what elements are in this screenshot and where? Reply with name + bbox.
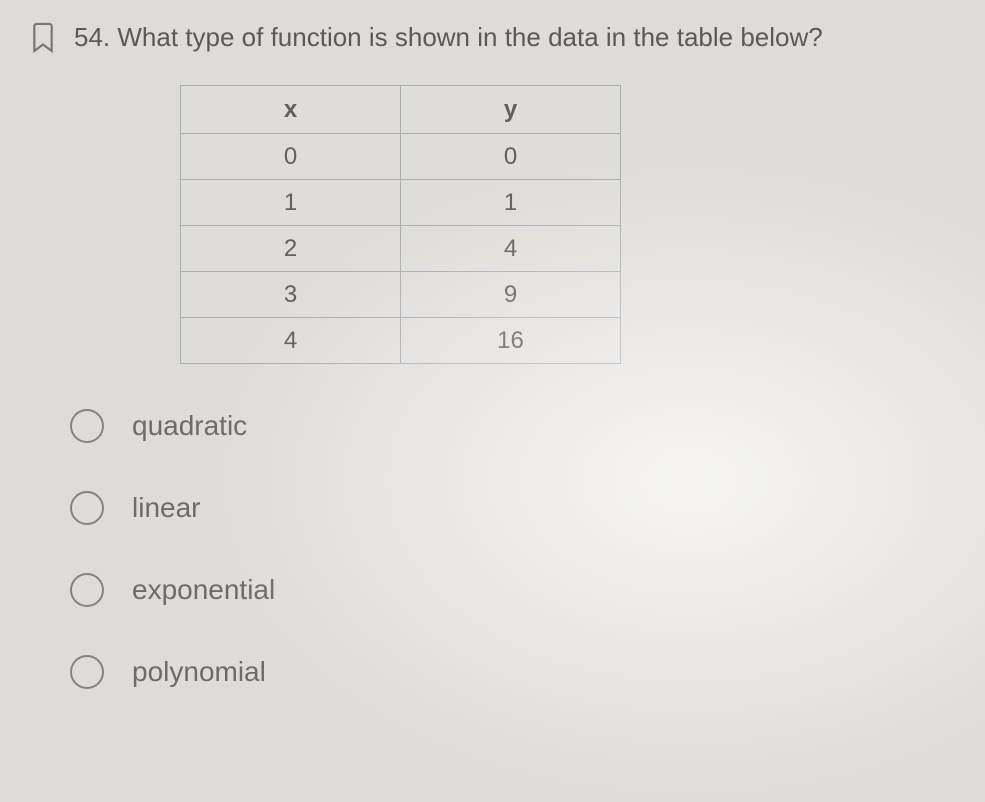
table-cell: 4 <box>401 226 621 272</box>
table-row: 3 9 <box>181 272 621 318</box>
bookmark-icon[interactable] <box>30 22 56 54</box>
question-header: 54. What type of function is shown in th… <box>30 20 955 55</box>
table-header-x: x <box>181 86 401 134</box>
table-cell: 3 <box>181 272 401 318</box>
table-cell: 2 <box>181 226 401 272</box>
question-text: 54. What type of function is shown in th… <box>74 20 823 55</box>
option-label: polynomial <box>132 656 266 688</box>
table-cell: 0 <box>401 134 621 180</box>
table-header-y: y <box>401 86 621 134</box>
radio-icon <box>70 655 104 689</box>
table-cell: 1 <box>181 180 401 226</box>
option-label: quadratic <box>132 410 247 442</box>
radio-icon <box>70 409 104 443</box>
question-body: What type of function is shown in the da… <box>117 22 822 52</box>
question-number: 54. <box>74 22 110 52</box>
radio-icon <box>70 491 104 525</box>
table-row: 4 16 <box>181 318 621 364</box>
table-cell: 9 <box>401 272 621 318</box>
option-linear[interactable]: linear <box>70 491 955 525</box>
table-cell: 0 <box>181 134 401 180</box>
table-row: 1 1 <box>181 180 621 226</box>
option-label: exponential <box>132 574 275 606</box>
table-header-row: x y <box>181 86 621 134</box>
data-table: x y 0 0 1 1 2 4 3 9 4 16 <box>180 85 621 364</box>
table-cell: 16 <box>401 318 621 364</box>
option-exponential[interactable]: exponential <box>70 573 955 607</box>
table-cell: 4 <box>181 318 401 364</box>
table-row: 2 4 <box>181 226 621 272</box>
table-row: 0 0 <box>181 134 621 180</box>
option-polynomial[interactable]: polynomial <box>70 655 955 689</box>
option-quadratic[interactable]: quadratic <box>70 409 955 443</box>
table-cell: 1 <box>401 180 621 226</box>
option-label: linear <box>132 492 200 524</box>
answer-options: quadratic linear exponential polynomial <box>70 409 955 689</box>
data-table-wrap: x y 0 0 1 1 2 4 3 9 4 16 <box>180 85 955 364</box>
radio-icon <box>70 573 104 607</box>
